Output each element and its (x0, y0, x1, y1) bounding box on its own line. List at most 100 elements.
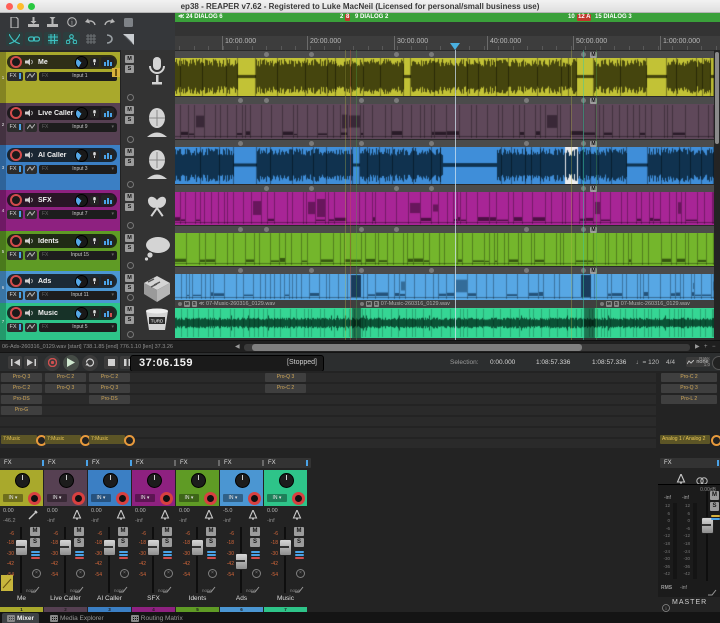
record-arm-button[interactable] (204, 492, 217, 505)
track-fx-button[interactable]: FX (7, 291, 23, 300)
stereo-width-button[interactable] (31, 551, 40, 560)
item-group-dot[interactable] (309, 141, 314, 146)
track-fx-button[interactable]: FX (7, 165, 23, 174)
item-group-dot[interactable] (581, 52, 586, 57)
channel-pan-knob[interactable] (147, 473, 162, 488)
item-lock-dot[interactable] (178, 302, 182, 306)
master-fx-slot[interactable]: Pro-C 2 (661, 373, 717, 382)
item-group-dot[interactable] (394, 227, 399, 232)
track-panel-me[interactable]: 1MeFXFXInput 1▾ (0, 52, 120, 104)
record-arm-button[interactable] (248, 492, 261, 505)
project-marker[interactable]: 12 A (577, 14, 591, 21)
media-items-ai-caller[interactable] (175, 146, 714, 184)
track-name[interactable]: SFX (38, 197, 75, 204)
phase-button[interactable]: × (164, 569, 173, 578)
input-selector[interactable]: FXInput 5▾ (39, 323, 117, 332)
mixer-solo-button[interactable]: S (206, 538, 216, 547)
item-grouping-button[interactable] (25, 32, 42, 46)
item-group-dot[interactable] (581, 141, 586, 146)
track-envelope-button[interactable] (25, 165, 37, 174)
phase-button[interactable]: × (208, 569, 217, 578)
stereo-width-button[interactable] (75, 551, 84, 560)
project-marker[interactable]: 10 (567, 14, 576, 21)
maracas-icon[interactable] (141, 194, 172, 227)
new-project-button[interactable] (6, 15, 23, 29)
grid-snap-button[interactable] (44, 32, 61, 46)
meter-mode-button[interactable] (101, 236, 114, 247)
horizontal-scrollbar-handle[interactable] (252, 344, 582, 351)
record-monitor-button[interactable] (90, 196, 99, 205)
mixer-solo-button[interactable]: S (118, 538, 128, 547)
game-board-icon[interactable] (141, 275, 172, 308)
stereo-width-button[interactable] (119, 551, 128, 560)
microphone-icon[interactable] (141, 56, 172, 91)
track-name[interactable]: Idents (38, 238, 75, 245)
record-arm-button[interactable] (10, 194, 22, 206)
track-fx-button[interactable]: FX (7, 251, 23, 260)
item-mute-button[interactable]: M (590, 268, 597, 274)
automation-mode-dot[interactable] (127, 331, 134, 338)
save-project-button[interactable] (25, 15, 42, 29)
auto-crossfade-button[interactable] (6, 32, 23, 46)
track-fx-button[interactable]: FX (7, 210, 23, 219)
info-icon[interactable]: i (662, 599, 670, 612)
master-fx-button[interactable]: FX (660, 458, 720, 468)
automation-mode-label[interactable]: none (158, 588, 168, 593)
mixer-fx-button[interactable]: FX (176, 458, 223, 468)
gain-value[interactable]: 0.00 (179, 508, 190, 514)
track-mute-button[interactable]: M (125, 55, 134, 63)
mixer-fx-button[interactable]: FX (88, 458, 135, 468)
channel-name[interactable]: Ads (220, 595, 263, 602)
fx-insert-slot[interactable]: Pro-C 2 (1, 384, 42, 393)
gain-value[interactable]: -5.0 (223, 508, 232, 514)
gain-value[interactable]: 0.00 (47, 508, 58, 514)
track-mute-button[interactable]: M (125, 148, 134, 156)
volume-fader[interactable] (191, 539, 204, 556)
mixer-solo-button[interactable]: S (162, 538, 172, 547)
fx-insert-slot[interactable]: Pro-C 2 (265, 384, 306, 393)
fx-insert-slot[interactable]: Pro-Q 3 (89, 384, 130, 393)
repeat-button[interactable] (82, 355, 98, 371)
gain-value[interactable]: 0.00 (91, 508, 102, 514)
grid-button[interactable] (82, 32, 99, 46)
pan-knob[interactable] (75, 235, 88, 248)
go-to-start-button[interactable] (8, 356, 22, 369)
timeline-ruler[interactable]: 10:00.00020:00.00030:00.00040:00.00050:0… (175, 36, 720, 51)
record-arm-button[interactable] (10, 235, 22, 247)
redo-button[interactable] (101, 15, 118, 29)
mixer-fx-button[interactable]: FX (264, 458, 311, 468)
media-items-music[interactable] (175, 308, 714, 338)
selection-length[interactable]: 1:08:57.336 (592, 359, 626, 366)
mixer-solo-button[interactable]: S (294, 538, 304, 547)
zoom-out-button[interactable]: − (712, 344, 716, 351)
record-monitor-button[interactable] (90, 151, 99, 160)
track-fx-button[interactable]: FX (7, 123, 23, 132)
item-lock-dot[interactable] (600, 302, 604, 306)
tab-mixer[interactable]: Mixer (2, 613, 39, 623)
master-mute-button[interactable]: M (710, 491, 719, 500)
fx-insert-slot[interactable]: Pro-G (1, 406, 42, 415)
track-name[interactable]: AI Caller (38, 152, 75, 159)
volume-fader[interactable] (235, 553, 248, 570)
record-monitor-button[interactable] (90, 109, 99, 118)
mixer-fx-button[interactable]: FX (0, 458, 47, 468)
item-mute-button[interactable]: M (590, 186, 597, 192)
mixer-mute-button[interactable]: M (118, 527, 128, 536)
project-marker[interactable]: 2 (339, 14, 344, 21)
mixer-solo-button[interactable]: S (30, 538, 40, 547)
input-monitor-dropdown[interactable]: IN ▾ (3, 494, 23, 502)
play-button[interactable] (63, 355, 79, 371)
input-monitor-dropdown[interactable]: IN ▾ (91, 494, 111, 502)
input-selector[interactable]: FXInput 7▾ (39, 210, 117, 219)
item-solo-flag[interactable]: S (374, 301, 379, 307)
project-info-button[interactable]: i (63, 15, 80, 29)
thought-bubble-icon[interactable] (141, 235, 172, 266)
track-envelope-button[interactable] (25, 123, 37, 132)
input-monitor-dropdown[interactable]: IN ▾ (267, 494, 287, 502)
channel-name[interactable]: Me (0, 595, 43, 602)
track-envelope-button[interactable] (25, 72, 37, 81)
automation-mode-label[interactable]: none (246, 588, 256, 593)
track-mute-button[interactable]: M (125, 234, 134, 242)
record-button[interactable] (44, 355, 60, 371)
track-mute-button[interactable]: M (125, 274, 134, 282)
